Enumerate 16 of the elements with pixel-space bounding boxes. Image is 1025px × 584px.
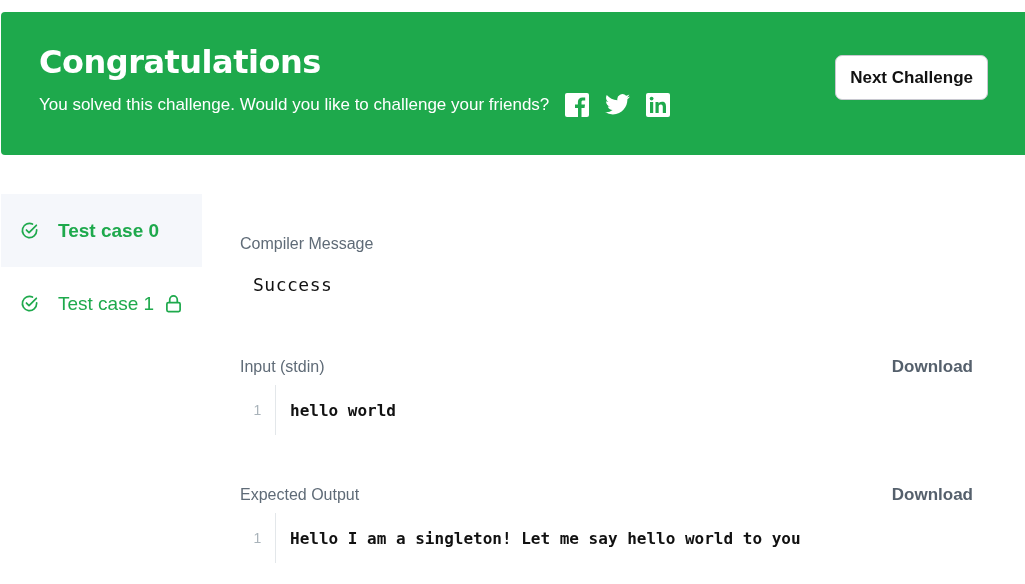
banner-title: Congratulations: [39, 42, 322, 81]
section-label: Input (stdin): [240, 358, 325, 376]
download-link[interactable]: Download: [891, 485, 973, 505]
code-line: hello world: [289, 400, 396, 420]
facebook-icon[interactable]: [565, 92, 590, 117]
compiler-message: Success: [253, 274, 334, 295]
section-label: Expected Output: [240, 486, 360, 504]
linkedin-icon[interactable]: [646, 92, 671, 117]
banner-message: You solved this challenge. Would you like to challenge your friends?: [39, 94, 550, 115]
line-number: 1: [240, 385, 276, 435]
twitter-icon[interactable]: [605, 94, 631, 115]
compiler-message-label: Compiler Message: [240, 235, 375, 253]
next-challenge-button[interactable]: Next Challenge: [835, 55, 988, 100]
code-line: Hello I am a singleton! Let me say hello world to you: [289, 528, 801, 548]
download-link[interactable]: Download: [891, 357, 973, 377]
line-number: 1: [240, 513, 276, 563]
